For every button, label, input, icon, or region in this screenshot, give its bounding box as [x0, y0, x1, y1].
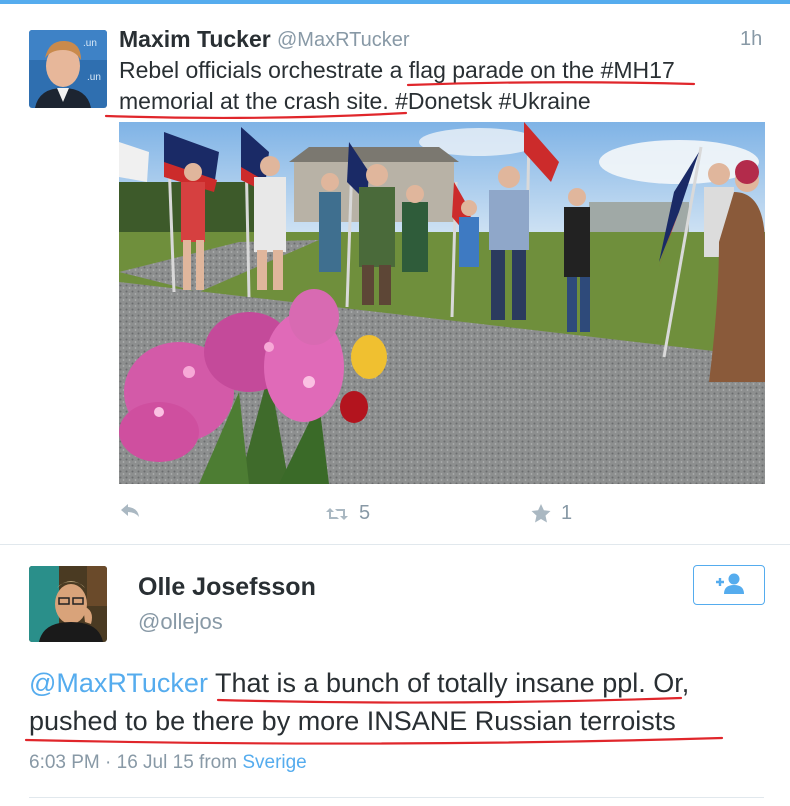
- location-link[interactable]: Sverige: [242, 752, 306, 773]
- reply-author-name[interactable]: Olle Josefsson: [138, 573, 316, 602]
- tweet-text-underlined: flag parade on the #MH17: [408, 57, 675, 83]
- follow-button[interactable]: [693, 565, 765, 605]
- author-handle[interactable]: @MaxRTucker: [277, 29, 410, 52]
- tweet-text-part: Rebel officials orchestrate a: [119, 57, 409, 83]
- original-tweet[interactable]: .un .un Maxim Tucker @MaxRTucker 1h Rebe…: [0, 4, 790, 544]
- retweet-icon: [325, 506, 349, 522]
- tweet-time[interactable]: 1h: [740, 28, 762, 51]
- reply-text-line: pushed to be there by more INSANE Russia…: [29, 706, 676, 736]
- divider: [0, 544, 790, 545]
- tweet-text: Rebel officials orchestrate a flag parad…: [119, 55, 759, 117]
- tweet-text-underlined: memorial at the crash site.: [119, 88, 389, 114]
- reply-author-handle[interactable]: @ollejos: [138, 609, 223, 635]
- tweet-actions: 5 1: [0, 494, 790, 534]
- reply-text: @MaxRTucker That is a bunch of totally i…: [29, 664, 769, 740]
- star-icon: [531, 504, 551, 523]
- timestamp-text: 6:03 PM · 16 Jul 15 from: [29, 752, 243, 773]
- reply-arrow-icon: [120, 502, 140, 518]
- svg-text:.un: .un: [83, 38, 97, 49]
- svg-text:.un: .un: [87, 72, 101, 83]
- mention-link[interactable]: @MaxRTucker: [29, 668, 208, 698]
- reply-text-line: That is a bunch of totally insane ppl. O…: [207, 668, 690, 698]
- tweet-text-hashtags: #Donetsk #Ukraine: [388, 88, 591, 114]
- retweet-button[interactable]: 5: [325, 502, 370, 525]
- reply-timestamp: 6:03 PM · 16 Jul 15 from Sverige: [29, 752, 307, 774]
- tweet-photo[interactable]: [119, 122, 765, 484]
- divider: [29, 797, 764, 798]
- avatar[interactable]: [29, 566, 107, 642]
- favorite-button[interactable]: 1: [531, 502, 572, 525]
- add-user-icon: [712, 571, 746, 600]
- retweet-count: 5: [359, 502, 371, 524]
- reply-button[interactable]: [120, 502, 140, 518]
- avatar[interactable]: .un .un: [29, 30, 107, 108]
- favorite-count: 1: [561, 502, 573, 524]
- author-name[interactable]: Maxim Tucker: [119, 26, 271, 53]
